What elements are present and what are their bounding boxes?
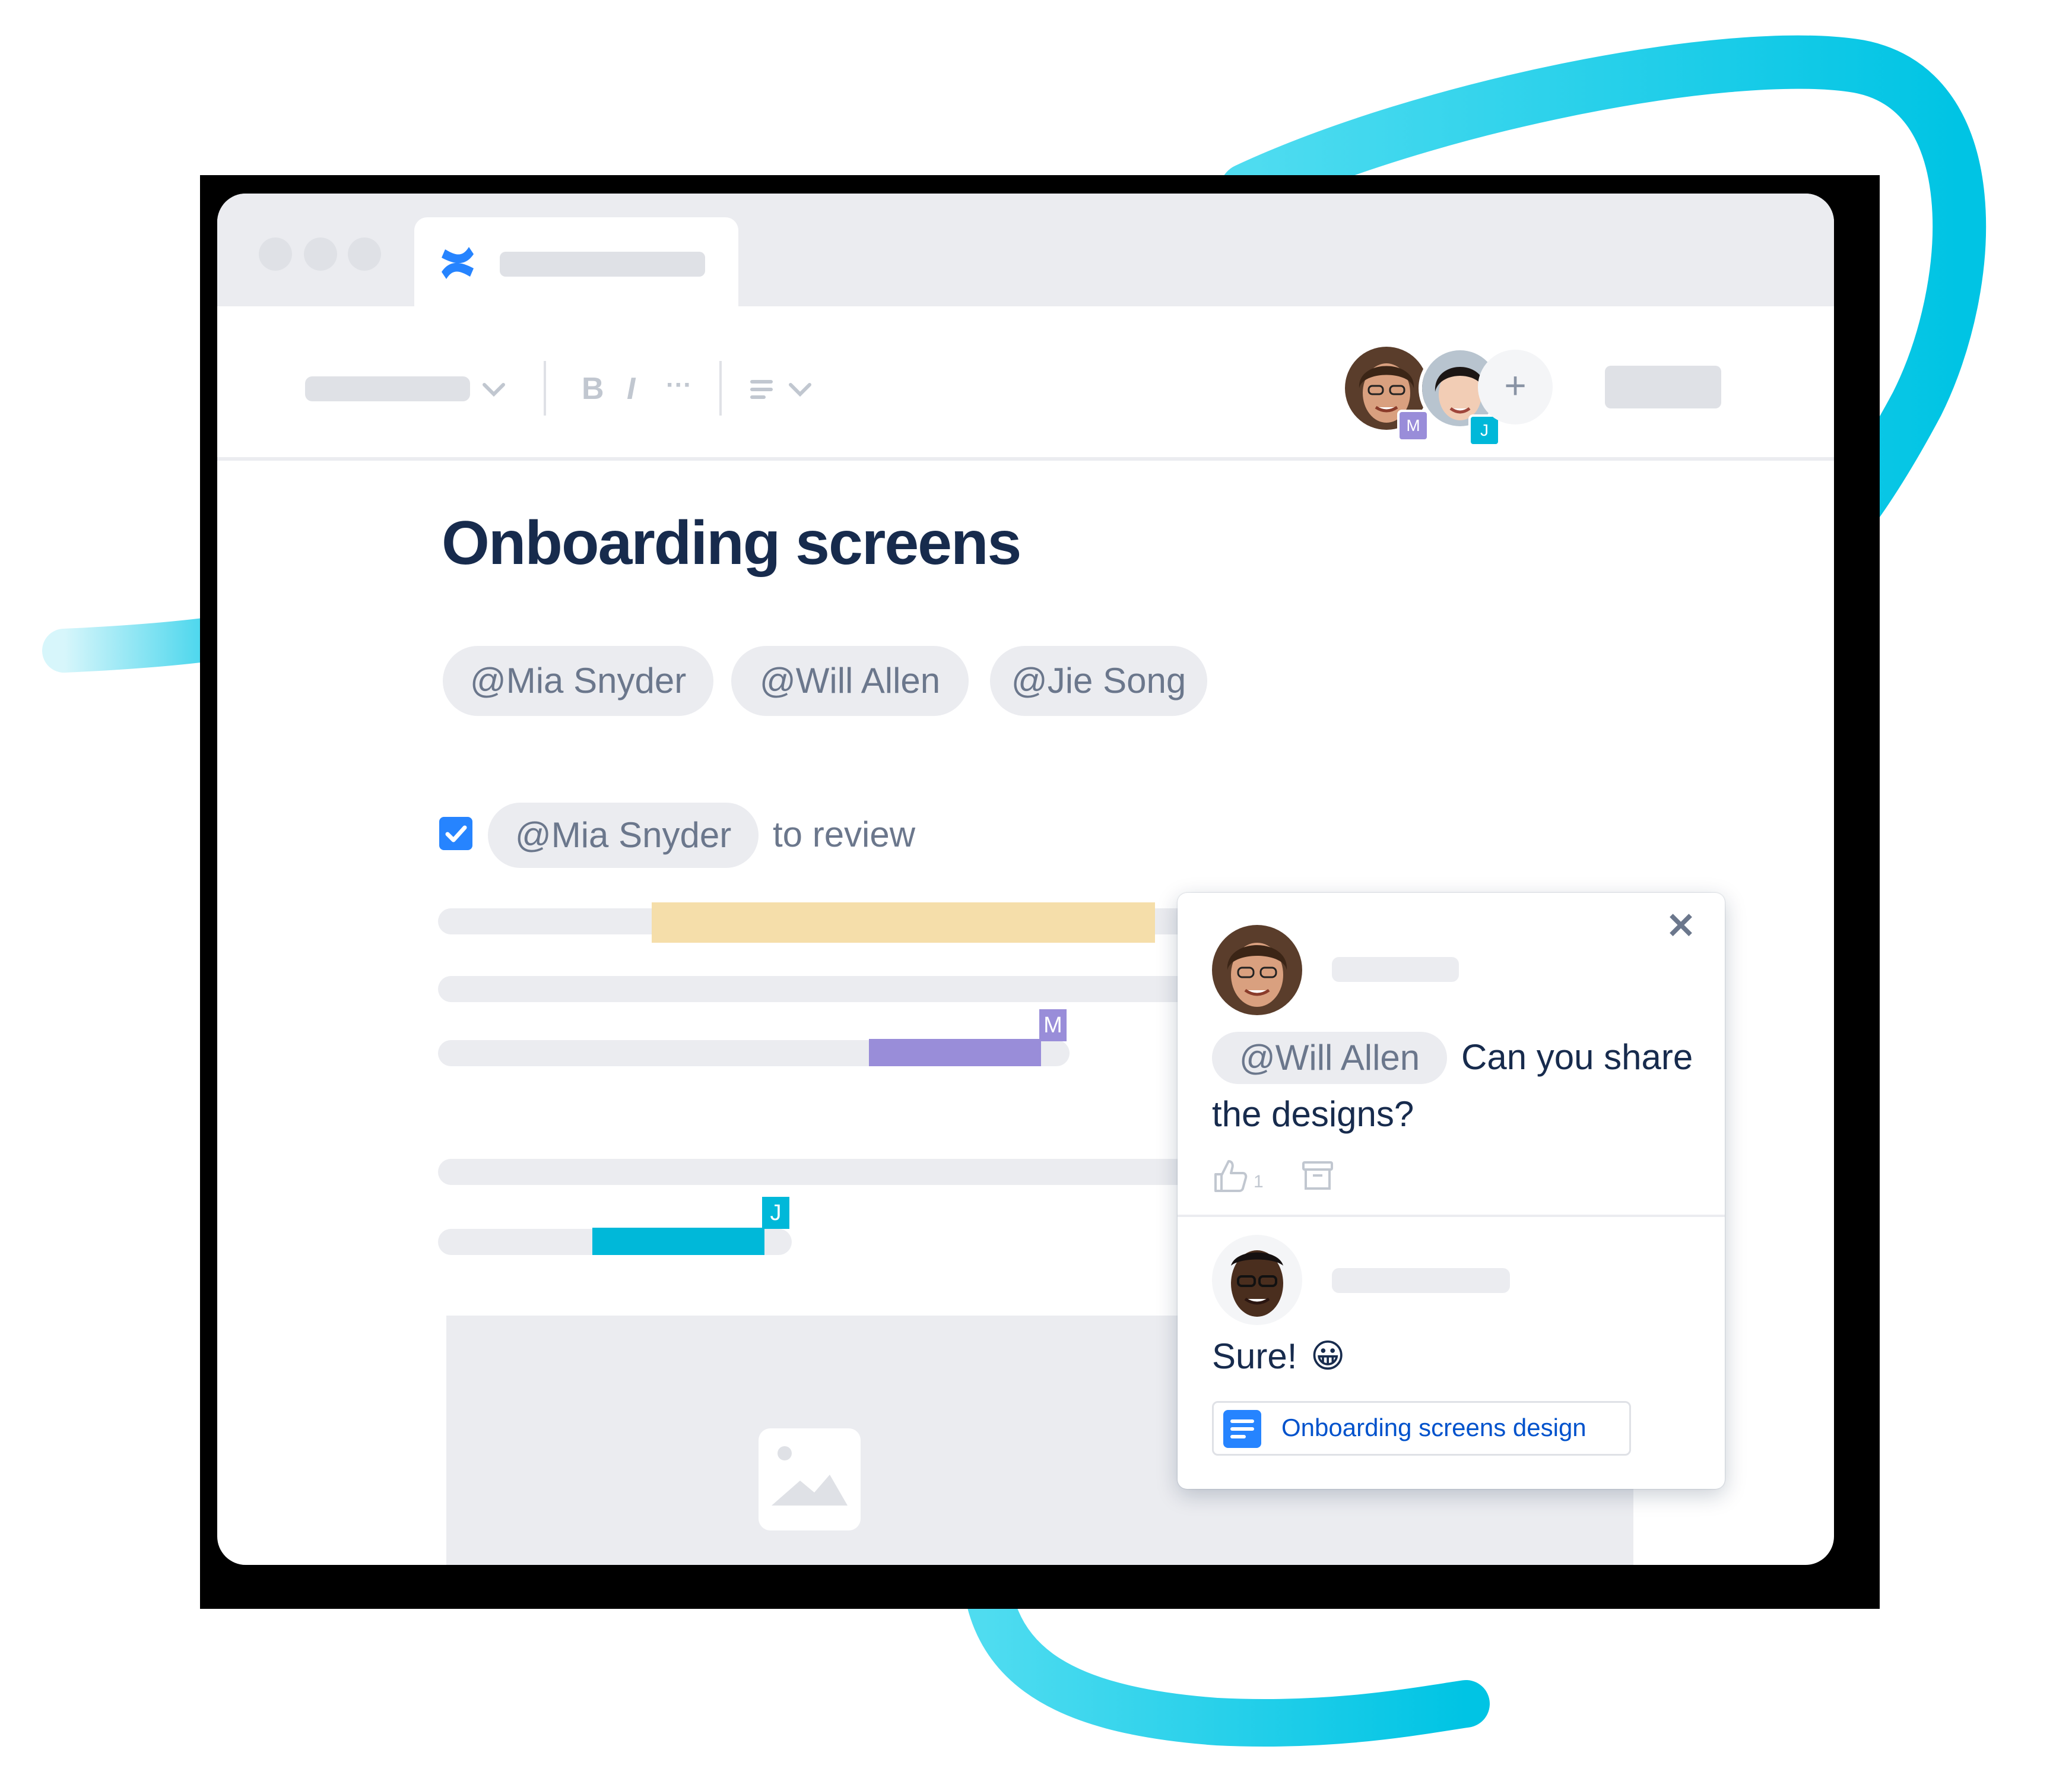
comment-thread-popup: ✕ @Will Allen Can you share the designs?… [1178,893,1725,1489]
add-collaborator-button[interactable]: + [1478,350,1553,424]
more-formatting-button[interactable]: ··· [666,370,692,401]
task-mention-chip[interactable]: @Mia Snyder [488,803,759,868]
comment-text: Can you share [1461,1037,1693,1077]
browser-tab[interactable] [414,217,738,308]
linked-document-card[interactable]: Onboarding screens design [1212,1401,1631,1456]
chevron-down-icon[interactable] [787,379,813,400]
cursor-marker-m: M [1039,1009,1067,1041]
cursor-marker-j: J [762,1197,789,1229]
toolbar-divider [719,361,722,416]
task-text: to review [773,815,916,854]
window-dot-maximize[interactable] [348,237,381,271]
mention-chip[interactable]: @Will Allen [731,646,969,716]
close-button[interactable]: ✕ [1663,908,1699,944]
confluence-logo-icon [442,247,474,279]
avatar [1212,925,1302,1015]
avatar [1212,1235,1302,1325]
commenter-name-placeholder [1332,957,1459,982]
collaborator-badge-m: M [1397,410,1429,442]
comment-text: Sure! [1212,1336,1297,1376]
checkmark-icon [445,825,467,842]
document-icon [1223,1410,1261,1448]
text-highlight [652,902,1155,943]
toolbar-separator [217,457,1834,461]
align-left-icon[interactable] [749,378,775,401]
italic-button[interactable]: I [627,373,635,404]
toolbar-divider [544,361,546,416]
text-line-placeholder [438,976,1210,1002]
chevron-down-icon[interactable] [481,379,507,400]
tab-title-placeholder [500,252,705,277]
page-title: Onboarding screens [442,509,1021,578]
publish-button-placeholder[interactable] [1605,366,1721,408]
image-icon [759,1428,861,1530]
browser-titlebar [217,194,1834,308]
commenter-name-placeholder [1332,1268,1510,1293]
comment-divider [1178,1215,1725,1217]
collaborator-selection-j [592,1228,764,1255]
task-checkbox[interactable] [439,817,472,850]
mention-chip[interactable]: @Mia Snyder [443,646,713,716]
mention-chip[interactable]: @Jie Song [990,646,1207,716]
linked-document-title[interactable]: Onboarding screens design [1281,1414,1586,1442]
collaborator-selection-m [869,1039,1041,1066]
comment-text: the designs? [1212,1094,1414,1134]
window-dot-minimize[interactable] [304,237,337,271]
bold-button[interactable]: B [582,373,604,404]
like-count: 1 [1254,1172,1264,1191]
grinning-face-emoji-icon: 😀 [1311,1337,1346,1376]
text-style-placeholder [305,376,470,401]
text-line-placeholder [438,1159,1210,1185]
like-icon[interactable] [1212,1158,1249,1194]
archive-icon[interactable] [1300,1158,1335,1193]
window-dot-close[interactable] [259,237,292,271]
comment-mention-chip[interactable]: @Will Allen [1212,1032,1447,1084]
